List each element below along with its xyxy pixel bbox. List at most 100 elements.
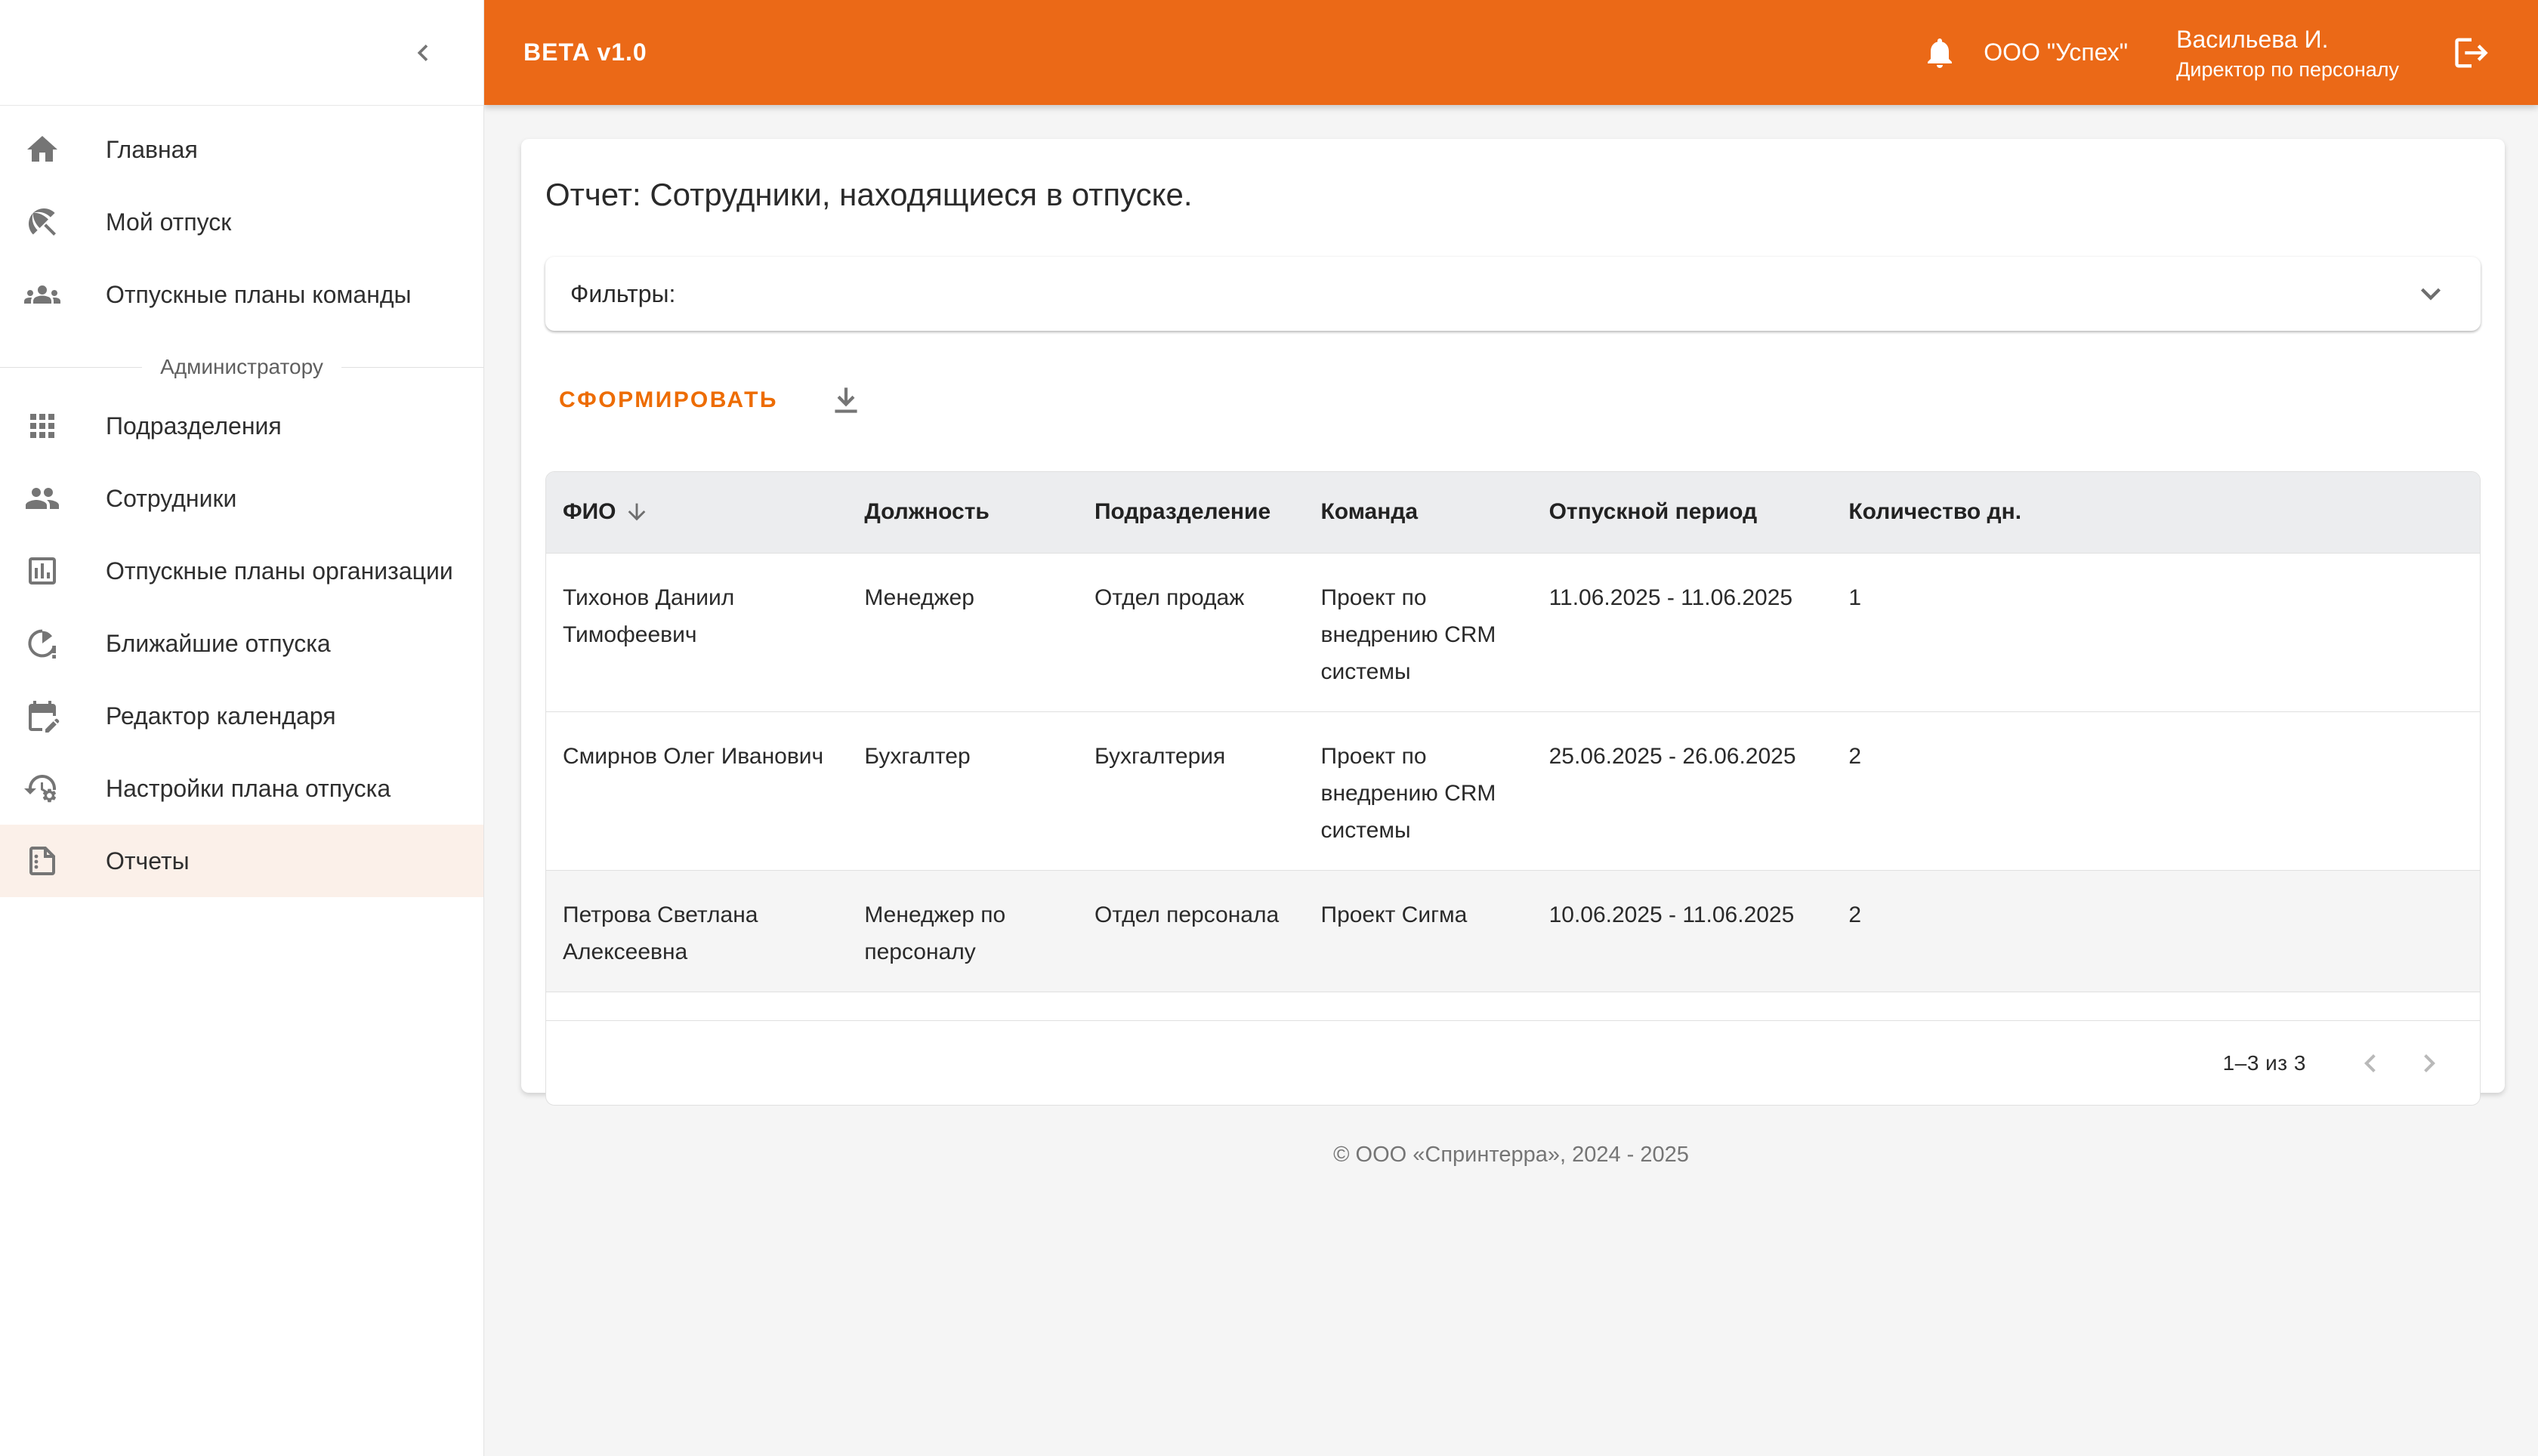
sidebar-item-home[interactable]: Главная — [0, 113, 483, 186]
pagination-next-button[interactable] — [2400, 1034, 2459, 1093]
sidebar-section-admin: Администратору — [0, 344, 484, 390]
sidebar: Главная Мой отпуск Отпускные планы коман… — [0, 0, 484, 1456]
column-header-team[interactable]: Команда — [1305, 472, 1533, 553]
page-title: Отчет: Сотрудники, находящиеся в отпуске… — [545, 177, 1193, 212]
sidebar-item-team-vacation-plans[interactable]: Отпускные планы команды — [0, 258, 483, 331]
sort-desc-arrow-icon — [624, 499, 650, 525]
bell-icon — [1922, 35, 1958, 71]
sidebar-item-label: Подразделения — [106, 412, 282, 440]
user-role: Директор по персоналу — [2176, 57, 2399, 81]
sidebar-item-vacation-plan-settings[interactable]: Настройки плана отпуска — [0, 752, 483, 825]
cell-department: Отдел персонала — [1077, 869, 1305, 992]
report-card: Отчет: Сотрудники, находящиеся в отпуске… — [521, 139, 2505, 1106]
appbar: BETA v1.0 ООО "Успех" Васильева И. Дирек… — [484, 0, 2538, 105]
cell-period: 11.06.2025 - 11.06.2025 — [1532, 552, 1832, 711]
user-block[interactable]: Васильева И. Директор по персоналу — [2176, 23, 2399, 83]
cell-position: Менеджер по персоналу — [848, 869, 1078, 992]
column-header-period[interactable]: Отпускной период — [1533, 472, 1832, 553]
cell-fio: Смирнов Олег Иванович — [546, 711, 848, 870]
sidebar-item-org-vacation-plans[interactable]: Отпускные планы организации — [0, 535, 483, 607]
table-row[interactable]: Петрова Светлана Алексеевна Менеджер по … — [546, 869, 2480, 992]
report-table: ФИО Должность Подразделение Команда Отпу… — [546, 472, 2480, 1020]
chevron-down-icon — [2411, 274, 2450, 313]
bar-chart-icon — [24, 553, 60, 589]
column-header-label: Должность — [864, 499, 990, 525]
chevron-left-icon — [406, 36, 440, 69]
organization-name: ООО "Успех" — [1984, 39, 2129, 66]
download-icon — [827, 381, 865, 419]
history-settings-icon — [24, 770, 60, 807]
column-header-label: ФИО — [563, 499, 616, 525]
sidebar-item-label: Сотрудники — [106, 484, 237, 512]
column-header-position[interactable]: Должность — [848, 472, 1078, 553]
groups-icon — [24, 276, 60, 313]
download-button[interactable] — [822, 376, 870, 424]
sidebar-item-label: Мой отпуск — [106, 208, 232, 236]
divider — [0, 366, 143, 368]
user-name: Васильева И. — [2176, 25, 2329, 53]
cell-team: Проект по внедрению CRM системы — [1304, 711, 1533, 870]
table-header-row: ФИО Должность Подразделение Команда Отпу… — [546, 472, 2480, 553]
footer: © ООО «Спринтерра», 2024 - 2025 — [484, 1143, 2538, 1168]
upcoming-vacations-icon — [24, 625, 60, 662]
table-empty-row — [546, 991, 2480, 1020]
cell-team: Проект по внедрению CRM системы — [1304, 552, 1533, 711]
home-icon — [24, 131, 60, 168]
table-row[interactable]: Смирнов Олег Иванович Бухгалтер Бухгалте… — [546, 711, 2480, 870]
sidebar-item-label: Отчеты — [106, 847, 190, 875]
app-version-badge: BETA v1.0 — [523, 39, 647, 66]
table-row[interactable]: Тихонов Даниил Тимофеевич Менеджер Отдел… — [546, 552, 2480, 711]
sidebar-nav: Главная Мой отпуск Отпускные планы коман… — [0, 106, 484, 897]
sidebar-item-employees[interactable]: Сотрудники — [0, 462, 483, 535]
logout-icon — [2452, 33, 2491, 72]
chevron-left-icon — [2352, 1045, 2388, 1081]
cell-period: 10.06.2025 - 11.06.2025 — [1532, 869, 1832, 992]
filters-label: Фильтры: — [570, 279, 676, 307]
calendar-edit-icon — [24, 698, 60, 734]
appbar-right-cluster: ООО "Успех" Васильева И. Директор по пер… — [1916, 23, 2499, 83]
notifications-button[interactable] — [1916, 29, 1964, 77]
sidebar-section-label: Администратору — [160, 355, 323, 378]
column-header-label: Подразделение — [1094, 499, 1271, 525]
sidebar-header — [0, 0, 483, 106]
main-content: Отчет: Сотрудники, находящиеся в отпуске… — [484, 105, 2538, 1456]
logout-button[interactable] — [2444, 26, 2499, 80]
sidebar-item-label: Отпускные планы организации — [106, 557, 453, 585]
cell-position: Менеджер — [848, 552, 1078, 711]
cell-days: 2 — [1832, 711, 2480, 870]
chevron-right-icon — [2411, 1045, 2447, 1081]
column-header-label: Количество дн. — [1848, 499, 2022, 525]
filters-accordion[interactable]: Фильтры: — [545, 257, 2481, 331]
cell-days: 1 — [1832, 552, 2480, 711]
column-header-fio[interactable]: ФИО — [546, 472, 848, 553]
column-header-label: Команда — [1320, 499, 1419, 525]
cell-department: Бухгалтерия — [1077, 711, 1305, 870]
sidebar-item-departments[interactable]: Подразделения — [0, 390, 483, 462]
pagination-range-label: 1–3 из 3 — [2222, 1050, 2306, 1075]
grid-icon — [24, 408, 60, 444]
sidebar-item-upcoming-vacations[interactable]: Ближайшие отпуска — [0, 607, 483, 680]
sidebar-collapse-button[interactable] — [390, 20, 456, 86]
column-header-days[interactable]: Количество дн. — [1832, 472, 2480, 553]
sidebar-item-reports[interactable]: Отчеты — [0, 825, 483, 897]
copyright-text: © ООО «Спринтерра», 2024 - 2025 — [1333, 1143, 1689, 1167]
generate-report-button[interactable]: СФОРМИРОВАТЬ — [551, 383, 786, 418]
beach-umbrella-icon — [24, 204, 60, 240]
sidebar-item-calendar-editor[interactable]: Редактор календаря — [0, 680, 483, 752]
column-header-department[interactable]: Подразделение — [1078, 472, 1305, 553]
cell-department: Отдел продаж — [1077, 552, 1305, 711]
cell-position: Бухгалтер — [848, 711, 1078, 870]
sidebar-item-label: Отпускные планы команды — [106, 280, 412, 308]
report-file-icon — [24, 843, 60, 879]
report-table-container: ФИО Должность Подразделение Команда Отпу… — [545, 471, 2481, 1106]
divider — [341, 366, 484, 368]
sidebar-item-label: Ближайшие отпуска — [106, 629, 331, 657]
table-pagination: 1–3 из 3 — [546, 1020, 2480, 1105]
cell-period: 25.06.2025 - 26.06.2025 — [1532, 711, 1832, 870]
cell-team: Проект Сигма — [1304, 869, 1533, 992]
sidebar-item-label: Настройки плана отпуска — [106, 774, 391, 802]
cell-fio: Тихонов Даниил Тимофеевич — [546, 552, 848, 711]
sidebar-item-label: Главная — [106, 135, 198, 163]
sidebar-item-my-vacation[interactable]: Мой отпуск — [0, 186, 483, 258]
pagination-prev-button[interactable] — [2341, 1034, 2400, 1093]
